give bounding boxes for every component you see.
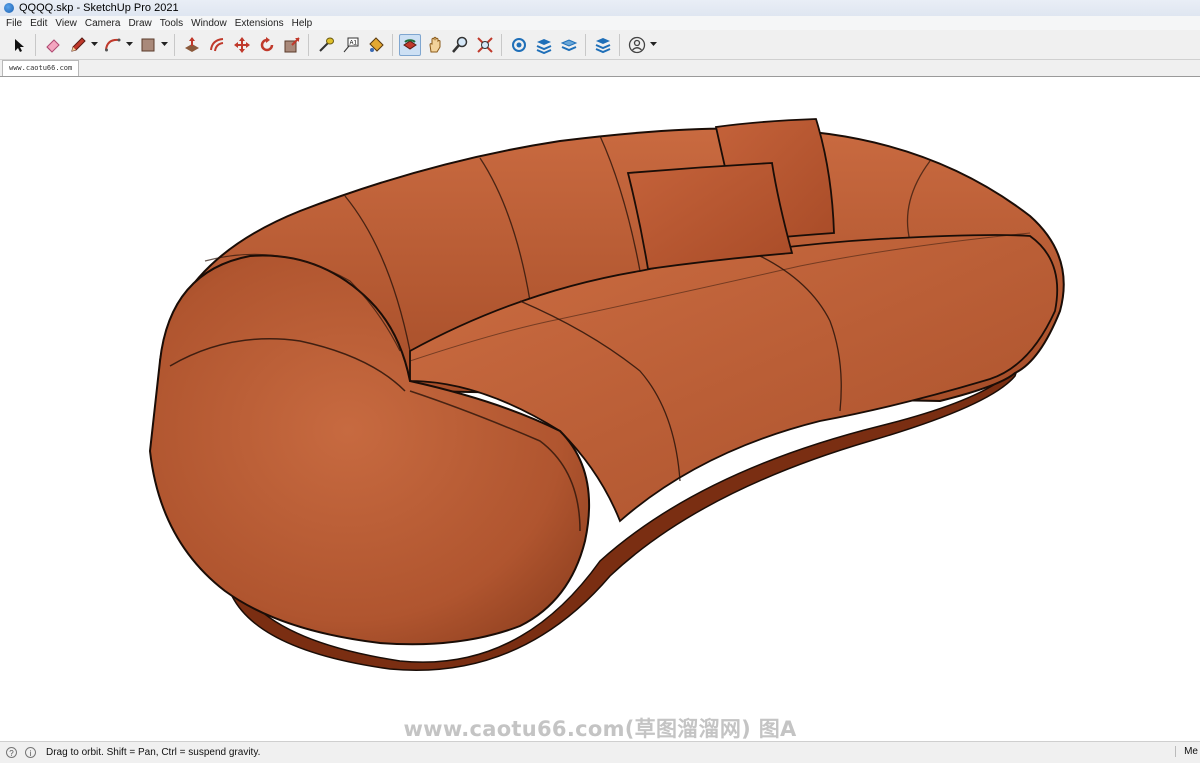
- push-pull-icon: [184, 36, 199, 52]
- chevron-down-icon: [160, 42, 168, 46]
- menu-window[interactable]: Window: [187, 18, 231, 29]
- layout-button[interactable]: [558, 34, 580, 56]
- extension-warehouse-icon: [536, 38, 551, 54]
- front-pillow: [626, 162, 794, 271]
- text-icon: A1: [343, 37, 358, 52]
- shape-dropdown[interactable]: [160, 34, 168, 56]
- chevron-down-icon: [649, 42, 657, 46]
- pencil-dropdown[interactable]: [90, 34, 98, 56]
- rotate-icon: [260, 36, 273, 51]
- account-button[interactable]: [626, 34, 648, 56]
- watermark-text: www.caotu66.com(草图溜溜网) 图A: [403, 717, 797, 741]
- menu-help[interactable]: Help: [288, 18, 317, 29]
- arc-icon: [104, 38, 120, 51]
- zoom-icon: [451, 36, 467, 53]
- pan-icon: [428, 36, 440, 52]
- zoom-extents-tool-button[interactable]: [474, 34, 496, 56]
- sketchup-logo-icon: [4, 3, 14, 13]
- account-icon: [628, 36, 645, 53]
- zoom-extents-icon: [476, 36, 493, 53]
- scene-tab-bar: www.caotu66.com: [0, 60, 1200, 76]
- toolbar-separator: [501, 33, 502, 56]
- offset-icon: [209, 37, 223, 51]
- rectangle-icon: [141, 38, 154, 51]
- extension-manager-button[interactable]: [592, 34, 614, 56]
- window-title: QQQQ.skp - SketchUp Pro 2021: [19, 2, 179, 14]
- paint-bucket-tool-button[interactable]: [365, 34, 387, 56]
- text-tool-button[interactable]: A1: [340, 34, 362, 56]
- offset-tool-button[interactable]: [206, 34, 228, 56]
- info-icon[interactable]: i: [25, 747, 36, 758]
- toolbar-separator: [392, 33, 393, 56]
- pan-tool-button[interactable]: [424, 34, 446, 56]
- eraser-tool-button[interactable]: [42, 34, 64, 56]
- chevron-down-icon: [125, 42, 133, 46]
- chevron-down-icon: [90, 42, 98, 46]
- sofa-model: [148, 118, 1065, 671]
- toolbar-separator: [585, 33, 586, 56]
- tape-measure-tool-button[interactable]: [315, 34, 337, 56]
- pencil-tool-button[interactable]: [67, 34, 89, 56]
- scale-icon: [284, 36, 300, 52]
- status-message: Drag to orbit. Shift = Pan, Ctrl = suspe…: [46, 747, 261, 758]
- menu-file[interactable]: File: [2, 18, 26, 29]
- extension-warehouse-button[interactable]: [533, 34, 555, 56]
- menu-extensions[interactable]: Extensions: [231, 18, 288, 29]
- toolbar-separator: [35, 33, 36, 56]
- status-bar: ? i Drag to orbit. Shift = Pan, Ctrl = s…: [0, 741, 1200, 763]
- toolbar-separator: [174, 33, 175, 56]
- warehouse-icon: [511, 37, 526, 52]
- move-tool-button[interactable]: [231, 34, 253, 56]
- arc-tool-button[interactable]: [102, 34, 124, 56]
- rectangle-tool-button[interactable]: [137, 34, 159, 56]
- toolbar-separator: [308, 33, 309, 56]
- menu-edit[interactable]: Edit: [26, 18, 51, 29]
- menu-bar: File Edit View Camera Draw Tools Window …: [0, 16, 1200, 30]
- svg-text:A1: A1: [349, 40, 357, 46]
- scale-tool-button[interactable]: [281, 34, 303, 56]
- push-pull-tool-button[interactable]: [181, 34, 203, 56]
- model-viewport[interactable]: www.caotu66.com(草图溜溜网) 图A: [0, 76, 1200, 741]
- measurements-label: Me: [1175, 746, 1198, 757]
- main-toolbar: A1: [0, 30, 1200, 60]
- 3d-warehouse-button[interactable]: [508, 34, 530, 56]
- layout-icon: [560, 38, 577, 51]
- scene-tab[interactable]: www.caotu66.com: [2, 60, 80, 76]
- paint-bucket-icon: [368, 36, 384, 52]
- orbit-tool-button[interactable]: [398, 33, 421, 56]
- orbit-icon: [402, 38, 417, 50]
- select-icon: [14, 38, 24, 52]
- geo-location-icon[interactable]: ?: [6, 747, 17, 758]
- pencil-icon: [70, 36, 86, 52]
- menu-tools[interactable]: Tools: [156, 18, 187, 29]
- title-bar: QQQQ.skp - SketchUp Pro 2021: [0, 0, 1200, 16]
- toolbar-separator: [619, 33, 620, 56]
- menu-camera[interactable]: Camera: [81, 18, 125, 29]
- eraser-icon: [45, 38, 60, 53]
- watermark: www.caotu66.com(草图溜溜网) 图A: [0, 713, 1200, 741]
- arc-dropdown[interactable]: [125, 34, 133, 56]
- zoom-tool-button[interactable]: [449, 34, 471, 56]
- tape-measure-icon: [318, 37, 334, 52]
- account-dropdown[interactable]: [649, 34, 657, 56]
- select-tool-button[interactable]: [8, 34, 30, 56]
- menu-draw[interactable]: Draw: [124, 18, 155, 29]
- extension-manager-icon: [595, 37, 610, 53]
- move-icon: [233, 36, 250, 53]
- menu-view[interactable]: View: [51, 18, 81, 29]
- rotate-tool-button[interactable]: [256, 34, 278, 56]
